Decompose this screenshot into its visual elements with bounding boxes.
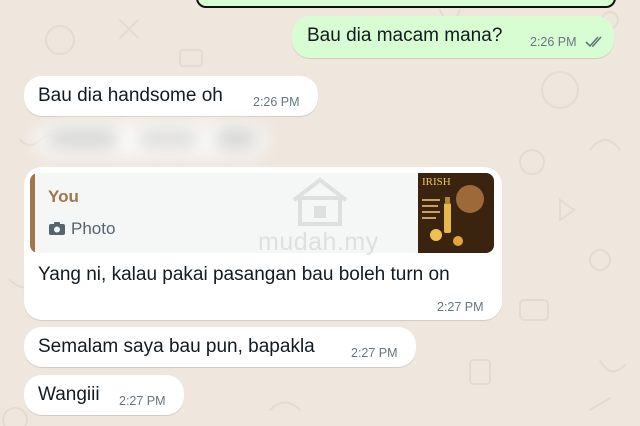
message-text: Yang ni, kalau pakai pasangan bau boleh … xyxy=(38,264,450,285)
message-text: Semalam saya bau pun, bapakla xyxy=(38,336,315,357)
camera-icon xyxy=(49,222,65,235)
mudah-watermark: mudah.my xyxy=(258,176,388,261)
message-bubble-incoming[interactable]: Semalam saya bau pun, bapakla 2:27 PM xyxy=(24,327,416,367)
message-time: 2:26 PM xyxy=(530,35,577,49)
message-text: Wangiii xyxy=(38,384,100,405)
redacted-message xyxy=(28,118,274,164)
message-time: 2:26 PM xyxy=(253,95,300,109)
reply-accent-bar xyxy=(30,173,35,253)
message-bubble-incoming[interactable]: Bau dia handsome oh 2:26 PM xyxy=(24,76,318,116)
reply-photo-label: Photo xyxy=(48,219,115,239)
double-check-icon xyxy=(585,36,602,48)
message-text: Bau dia macam mana? xyxy=(307,25,503,46)
reply-author: You xyxy=(48,187,79,206)
previous-bubble-edge xyxy=(196,0,616,8)
thumbnail-brand-text: IRISH xyxy=(422,176,451,188)
message-time: 2:27 PM xyxy=(119,394,166,408)
message-bubble-outgoing[interactable]: Bau dia macam mana? 2:26 PM xyxy=(292,16,614,58)
watermark-text: mudah.my xyxy=(258,228,379,256)
message-time: 2:27 PM xyxy=(437,300,484,314)
reply-type-label: Photo xyxy=(71,219,116,238)
message-bubble-incoming[interactable]: Wangiii 2:27 PM xyxy=(24,375,184,415)
message-time: 2:27 PM xyxy=(351,346,398,360)
mudah-house-logo xyxy=(292,177,348,226)
reply-photo-thumbnail[interactable]: IRISH xyxy=(418,173,494,253)
message-text: Bau dia handsome oh xyxy=(38,85,223,106)
